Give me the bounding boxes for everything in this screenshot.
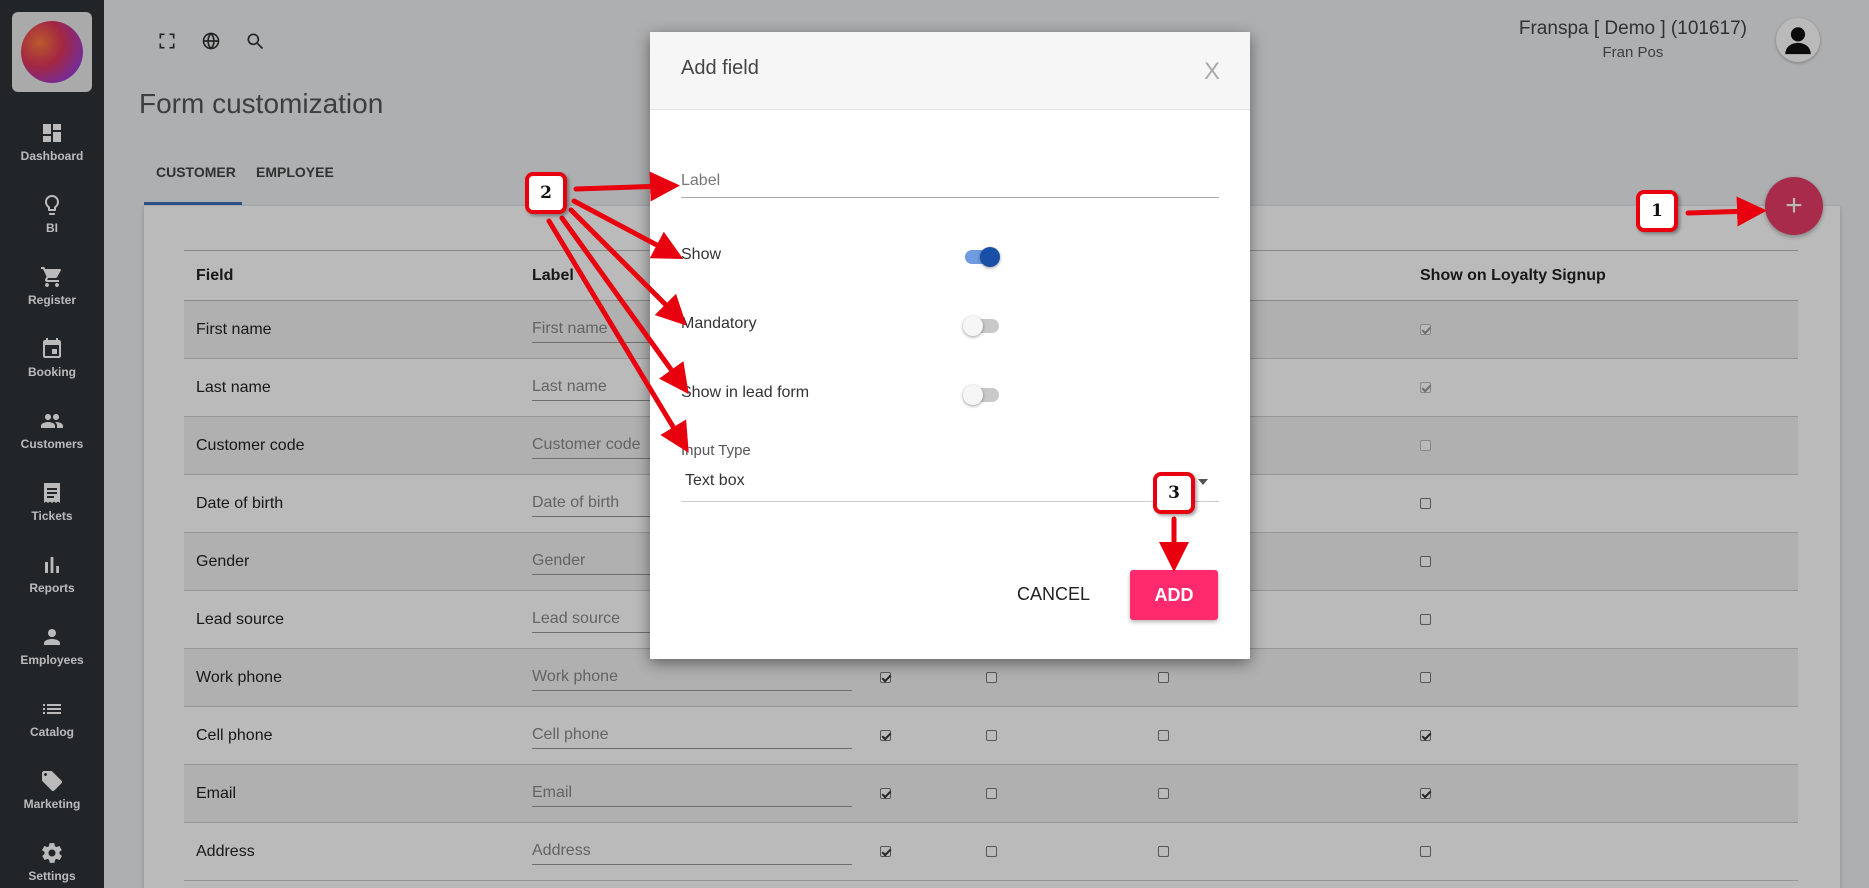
annotation-arrow (573, 171, 680, 202)
annotation-arrows (546, 171, 1767, 572)
annotation-badge-1: 1 (1636, 190, 1678, 232)
annotation-badge-2: 2 (525, 172, 567, 214)
annotation-badge-3: 3 (1153, 472, 1195, 514)
annotation-arrow (1685, 196, 1767, 227)
